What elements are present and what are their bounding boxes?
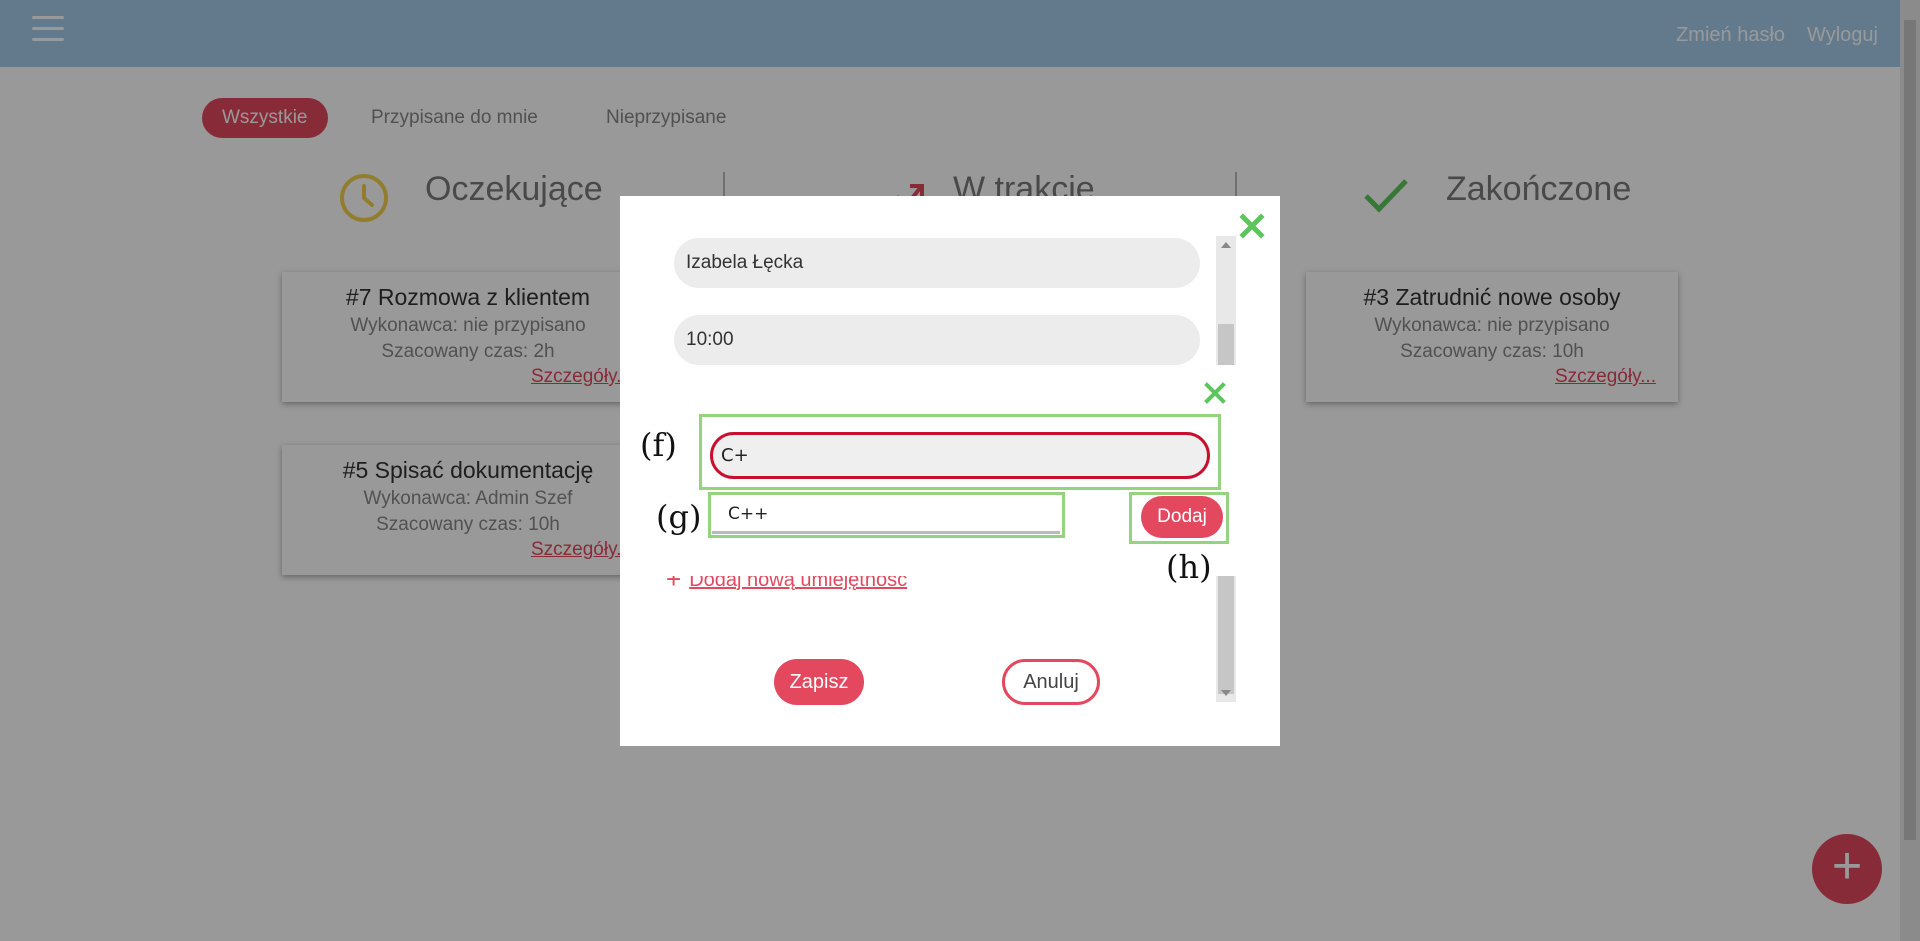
add-skill-popup: C++ Dodaj — [655, 365, 1265, 576]
annotation-label-h: (h) — [1166, 548, 1212, 586]
annotation-label-f: (f) — [640, 426, 677, 464]
annotation-label-g: (g) — [656, 498, 702, 536]
skill-suggestion-label: C++ — [728, 504, 769, 524]
skill-search-input[interactable] — [710, 432, 1210, 479]
close-icon[interactable] — [1238, 212, 1266, 240]
assignee-field[interactable]: Izabela Łęcka — [674, 238, 1200, 288]
save-button[interactable]: Zapisz — [774, 659, 864, 705]
skill-suggestion[interactable]: C++ — [712, 496, 1060, 534]
cancel-button[interactable]: Anuluj — [1002, 659, 1100, 705]
scroll-down-icon[interactable] — [1221, 690, 1231, 696]
close-icon[interactable] — [1203, 381, 1227, 405]
time-field[interactable]: 10:00 — [674, 315, 1200, 365]
add-skill-button[interactable]: Dodaj — [1141, 496, 1223, 538]
scroll-up-icon[interactable] — [1221, 242, 1231, 248]
